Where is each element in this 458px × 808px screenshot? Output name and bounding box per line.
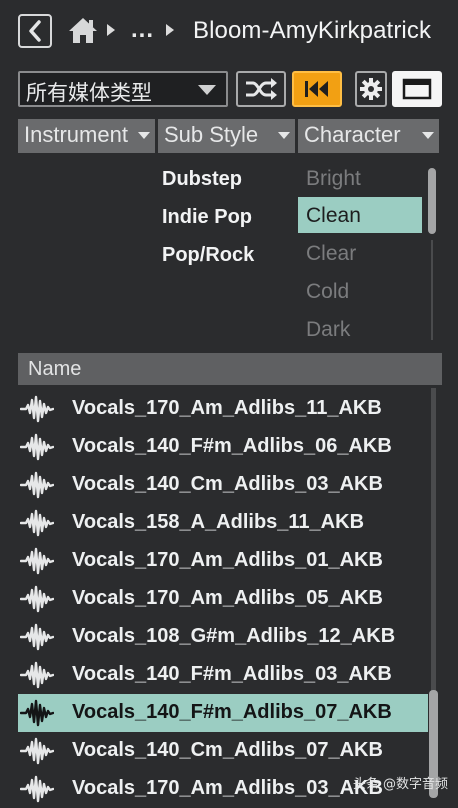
window-icon: [402, 78, 432, 100]
filter-character-dropdown[interactable]: Character: [298, 119, 439, 153]
list-item[interactable]: Vocals_140_F#m_Adlibs_07_AKB: [18, 694, 428, 732]
rewind-to-start-button[interactable]: [292, 71, 342, 107]
list-item-label: Vocals_170_Am_Adlibs_03_AKB: [72, 777, 383, 799]
list-item[interactable]: Vocals_170_Am_Adlibs_11_AKB: [18, 390, 428, 428]
filter-character-label: Character: [304, 122, 401, 147]
preview-window-button[interactable]: [392, 71, 442, 107]
breadcrumb-current[interactable]: Bloom-AmyKirkpatrick: [193, 17, 431, 45]
toolbar: 所有媒体类型: [0, 62, 458, 118]
substyle-item-dubstep[interactable]: Dubstep: [162, 168, 242, 191]
list-item[interactable]: Vocals_108_G#m_Adlibs_12_AKB: [18, 618, 428, 656]
audio-waveform-icon: [20, 433, 54, 461]
audio-waveform-icon: [20, 775, 54, 803]
chevron-down-icon: [138, 132, 150, 139]
list-item[interactable]: Vocals_158_A_Adlibs_11_AKB: [18, 504, 428, 542]
list-item-label: Vocals_140_Cm_Adlibs_07_AKB: [72, 739, 383, 761]
results-column-header[interactable]: Name: [18, 353, 442, 385]
filter-instrument-dropdown[interactable]: Instrument: [18, 119, 155, 153]
filter-instrument-label: Instrument: [24, 122, 128, 147]
filter-substyle-dropdown[interactable]: Sub Style: [158, 119, 295, 153]
character-item-clean[interactable]: Clean: [298, 197, 422, 233]
character-scrollbar-thumb[interactable]: [428, 168, 436, 234]
shuffle-button[interactable]: [236, 71, 286, 107]
character-item-clear[interactable]: Clear: [298, 235, 422, 271]
watermark: 头条 @数字音频: [352, 777, 448, 792]
audio-waveform-icon: [20, 585, 54, 613]
audio-waveform-icon: [20, 395, 54, 423]
audio-waveform-icon: [20, 509, 54, 537]
back-button[interactable]: [18, 14, 52, 48]
gear-icon: [360, 78, 382, 100]
audio-waveform-icon: [20, 737, 54, 765]
home-icon[interactable]: [68, 16, 98, 44]
list-item-label: Vocals_108_G#m_Adlibs_12_AKB: [72, 625, 396, 647]
breadcrumb-ellipsis[interactable]: ...: [131, 16, 154, 44]
substyle-item-indie-pop[interactable]: Indie Pop: [162, 206, 252, 229]
list-item-label: Vocals_140_F#m_Adlibs_03_AKB: [72, 663, 392, 685]
list-item-label: Vocals_170_Am_Adlibs_05_AKB: [72, 587, 383, 609]
audio-waveform-icon: [20, 471, 54, 499]
breadcrumb-separator-icon: [107, 24, 115, 36]
audio-waveform-icon: [20, 623, 54, 651]
list-item[interactable]: Vocals_140_Cm_Adlibs_07_AKB: [18, 732, 428, 770]
character-scrollbar-track: [431, 240, 433, 340]
settings-button[interactable]: [355, 71, 387, 107]
list-item[interactable]: Vocals_170_Am_Adlibs_01_AKB: [18, 542, 428, 580]
list-item[interactable]: Vocals_140_Cm_Adlibs_03_AKB: [18, 466, 428, 504]
list-item[interactable]: Vocals_140_F#m_Adlibs_06_AKB: [18, 428, 428, 466]
shuffle-icon: [246, 78, 277, 100]
filter-substyle-label: Sub Style: [164, 122, 259, 147]
name-column-label: Name: [28, 358, 82, 380]
audio-waveform-icon: [20, 699, 54, 727]
breadcrumb-separator-icon: [166, 24, 174, 36]
chevron-down-icon: [278, 132, 290, 139]
list-item[interactable]: Vocals_140_F#m_Adlibs_03_AKB: [18, 656, 428, 694]
character-item-cold[interactable]: Cold: [298, 273, 422, 309]
list-item[interactable]: Vocals_170_Am_Adlibs_05_AKB: [18, 580, 428, 618]
chevron-down-icon: [422, 132, 434, 139]
rewind-icon: [305, 81, 328, 97]
list-item-label: Vocals_170_Am_Adlibs_11_AKB: [72, 397, 382, 419]
media-type-label: 所有媒体类型: [26, 81, 152, 105]
audio-waveform-icon: [20, 661, 54, 689]
character-item-bright[interactable]: Bright: [298, 160, 422, 196]
audio-waveform-icon: [20, 547, 54, 575]
breadcrumb-bar: ... Bloom-AmyKirkpatrick: [0, 0, 458, 62]
chevron-left-icon: [29, 20, 41, 42]
chevron-down-icon: [198, 85, 216, 95]
list-item-label: Vocals_140_F#m_Adlibs_07_AKB: [72, 701, 392, 723]
list-item-label: Vocals_158_A_Adlibs_11_AKB: [72, 511, 365, 533]
list-item-label: Vocals_140_Cm_Adlibs_03_AKB: [72, 473, 383, 495]
list-item-label: Vocals_140_F#m_Adlibs_06_AKB: [72, 435, 392, 457]
character-item-dark[interactable]: Dark: [298, 311, 422, 347]
substyle-item-pop-rock[interactable]: Pop/Rock: [162, 244, 254, 267]
media-type-select[interactable]: 所有媒体类型: [18, 71, 228, 107]
list-item-label: Vocals_170_Am_Adlibs_01_AKB: [72, 549, 383, 571]
